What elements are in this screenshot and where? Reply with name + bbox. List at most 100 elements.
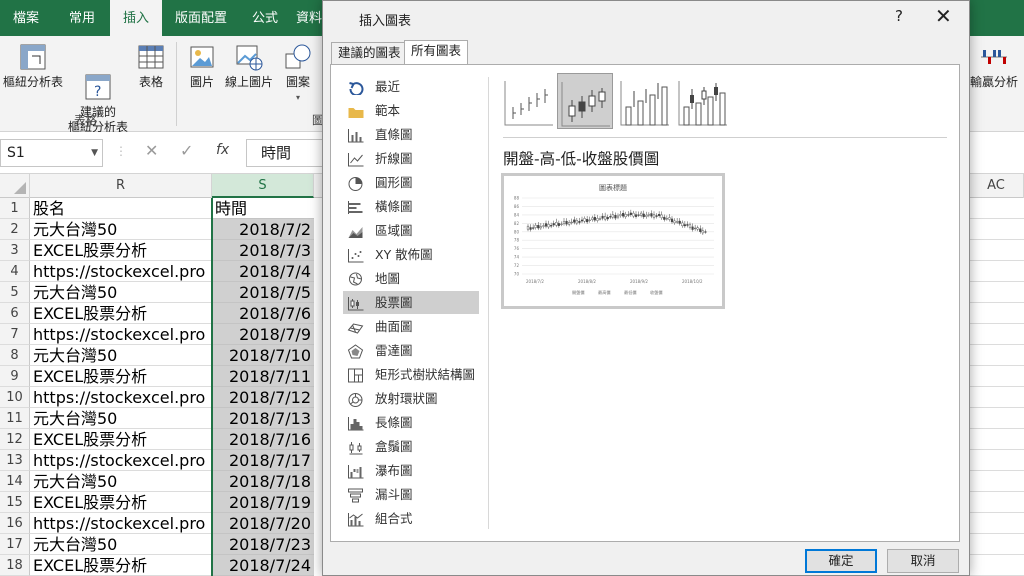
- subtype-high-low-close[interactable]: [501, 73, 557, 129]
- chart-category-item[interactable]: 最近: [343, 75, 479, 98]
- row-header[interactable]: 16: [0, 513, 30, 534]
- tab-all-charts[interactable]: 所有圖表: [404, 40, 469, 65]
- cell-r[interactable]: EXCEL股票分析: [30, 555, 212, 576]
- shapes-button[interactable]: 圖案 ▾: [278, 42, 318, 105]
- chart-category-item[interactable]: 矩形式樹狀結構圖: [343, 363, 479, 386]
- tab-formulas[interactable]: 公式: [242, 0, 288, 36]
- cell-r[interactable]: EXCEL股票分析: [30, 429, 212, 450]
- table-button[interactable]: 表格: [132, 42, 170, 90]
- cell-ac[interactable]: [968, 366, 1024, 387]
- cell-ac[interactable]: [968, 240, 1024, 261]
- cancel-button[interactable]: 取消: [887, 549, 959, 573]
- chart-category-item[interactable]: 區域圖: [343, 219, 479, 242]
- cell-r[interactable]: 元大台灣50: [30, 345, 212, 366]
- row-header[interactable]: 1: [0, 198, 30, 219]
- chart-category-item[interactable]: 折線圖: [343, 147, 479, 170]
- row-header[interactable]: 5: [0, 282, 30, 303]
- row-header[interactable]: 11: [0, 408, 30, 429]
- cell-r[interactable]: 元大台灣50: [30, 471, 212, 492]
- tab-recommended-charts[interactable]: 建議的圖表: [331, 42, 408, 64]
- row-header[interactable]: 12: [0, 429, 30, 450]
- close-icon[interactable]: ✕: [935, 4, 952, 28]
- row-header[interactable]: 18: [0, 555, 30, 576]
- cell-ac[interactable]: [968, 345, 1024, 366]
- tab-page-layout[interactable]: 版面配置: [166, 0, 236, 36]
- cell-r[interactable]: 元大台灣50: [30, 534, 212, 555]
- picture-button[interactable]: 圖片: [184, 42, 220, 90]
- cell-ac[interactable]: [968, 387, 1024, 408]
- cell-ac[interactable]: [968, 450, 1024, 471]
- cell-r[interactable]: https://stockexcel.pro: [30, 324, 212, 345]
- row-header[interactable]: 14: [0, 471, 30, 492]
- column-header-r[interactable]: R: [30, 174, 212, 198]
- pivot-table-button[interactable]: 樞紐分析表: [2, 42, 64, 90]
- chart-category-item[interactable]: 範本: [343, 99, 479, 122]
- cell-ac[interactable]: [968, 282, 1024, 303]
- row-header[interactable]: 9: [0, 366, 30, 387]
- chart-category-item[interactable]: 股票圖: [343, 291, 479, 314]
- row-header[interactable]: 4: [0, 261, 30, 282]
- chart-category-item[interactable]: 橫條圖: [343, 195, 479, 218]
- chart-category-item[interactable]: 漏斗圖: [343, 483, 479, 506]
- cell-r[interactable]: 元大台灣50: [30, 282, 212, 303]
- cell-ac[interactable]: [968, 471, 1024, 492]
- cell-r[interactable]: EXCEL股票分析: [30, 366, 212, 387]
- cell-ac[interactable]: [968, 534, 1024, 555]
- cell-r[interactable]: https://stockexcel.pro: [30, 261, 212, 282]
- tab-file[interactable]: 檔案: [0, 0, 52, 36]
- cell-ac[interactable]: [968, 198, 1024, 219]
- cell-ac[interactable]: [968, 513, 1024, 534]
- row-header[interactable]: 15: [0, 492, 30, 513]
- tab-home[interactable]: 常用: [56, 0, 108, 36]
- cell-ac[interactable]: [968, 261, 1024, 282]
- chart-category-item[interactable]: 圓形圖: [343, 171, 479, 194]
- cell-ac[interactable]: [968, 555, 1024, 576]
- name-box[interactable]: S1 ▼: [0, 139, 103, 167]
- row-header[interactable]: 10: [0, 387, 30, 408]
- subtype-volume-high-low-close[interactable]: [617, 73, 673, 129]
- column-header-s[interactable]: S: [212, 174, 314, 198]
- online-picture-button[interactable]: 線上圖片: [222, 42, 276, 90]
- chart-category-item[interactable]: 瀑布圖: [343, 459, 479, 482]
- chart-category-item[interactable]: 放射環狀圖: [343, 387, 479, 410]
- chart-category-item[interactable]: XY 散佈圖: [343, 243, 479, 266]
- cell-r[interactable]: 元大台灣50: [30, 219, 212, 240]
- cell-ac[interactable]: [968, 492, 1024, 513]
- row-header[interactable]: 6: [0, 303, 30, 324]
- chart-category-item[interactable]: 直條圖: [343, 123, 479, 146]
- cell-r[interactable]: https://stockexcel.pro: [30, 387, 212, 408]
- cell-r[interactable]: 股名: [30, 198, 212, 219]
- chart-preview[interactable]: 圖表標題 88 86 84 82 80 78 76 74 72 70 2018/7/2 2018/8…: [501, 173, 725, 309]
- insert-function-icon[interactable]: fx: [216, 142, 229, 158]
- help-icon[interactable]: ?: [895, 7, 903, 25]
- chart-category-item[interactable]: 長條圖: [343, 411, 479, 434]
- shapes-dropdown-icon[interactable]: ▾: [278, 90, 318, 105]
- tab-insert[interactable]: 插入: [110, 0, 162, 36]
- column-header-ac[interactable]: AC: [968, 174, 1024, 198]
- cell-r[interactable]: EXCEL股票分析: [30, 240, 212, 261]
- cancel-icon[interactable]: ✕: [145, 141, 158, 160]
- chart-category-item[interactable]: 盒鬚圖: [343, 435, 479, 458]
- cell-ac[interactable]: [968, 219, 1024, 240]
- row-header[interactable]: 7: [0, 324, 30, 345]
- cell-r[interactable]: https://stockexcel.pro: [30, 513, 212, 534]
- enter-check-icon[interactable]: ✓: [180, 141, 193, 160]
- tab-data[interactable]: 資料: [296, 0, 322, 36]
- chart-category-item[interactable]: 地圖: [343, 267, 479, 290]
- chart-category-item[interactable]: 曲面圖: [343, 315, 479, 338]
- cell-r[interactable]: https://stockexcel.pro: [30, 450, 212, 471]
- cell-ac[interactable]: [968, 429, 1024, 450]
- cell-r[interactable]: EXCEL股票分析: [30, 303, 212, 324]
- cell-r[interactable]: 元大台灣50: [30, 408, 212, 429]
- row-header[interactable]: 2: [0, 219, 30, 240]
- cell-ac[interactable]: [968, 324, 1024, 345]
- chart-category-item[interactable]: 雷達圖: [343, 339, 479, 362]
- row-header[interactable]: 17: [0, 534, 30, 555]
- subtype-open-high-low-close[interactable]: [557, 73, 613, 129]
- chevron-down-icon[interactable]: ▼: [91, 140, 98, 166]
- win-loss-sparkline-button[interactable]: 輸贏分析: [966, 42, 1022, 90]
- cell-ac[interactable]: [968, 408, 1024, 429]
- cell-r[interactable]: EXCEL股票分析: [30, 492, 212, 513]
- ok-button[interactable]: 確定: [805, 549, 877, 573]
- select-all-corner[interactable]: [0, 174, 30, 198]
